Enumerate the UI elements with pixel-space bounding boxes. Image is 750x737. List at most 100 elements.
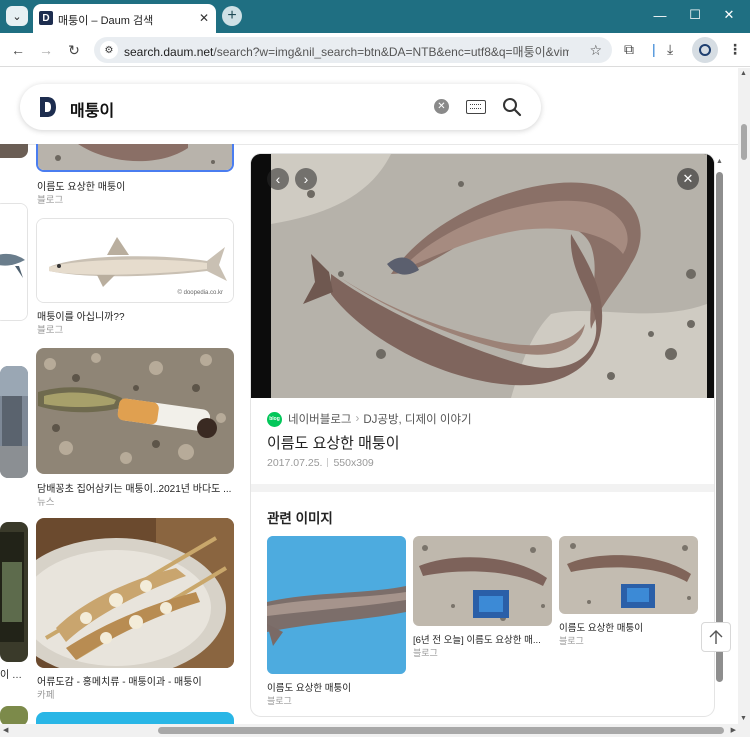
url-text[interactable]: search.daum.net/search?w=img&nil_search=… xyxy=(124,43,569,60)
source-name[interactable]: 네이버블로그 xyxy=(288,411,351,427)
related-caption[interactable]: [6년 전 오늘] 이름도 요상한 매... xyxy=(413,632,552,646)
clear-icon[interactable]: ✕ xyxy=(434,99,449,114)
clipped-result-title[interactable]: 이 해... xyxy=(0,666,28,681)
image-watermark: © doopedia.co.kr xyxy=(177,290,223,296)
prev-image-button[interactable]: ‹ xyxy=(267,168,289,190)
clipped-thumbnail[interactable] xyxy=(0,522,28,662)
result-source: 뉴스 xyxy=(37,497,55,508)
toolbar-divider: | xyxy=(652,41,656,57)
related-images-heading: 관련 이미지 xyxy=(267,511,333,526)
search-query-text[interactable]: 매퉁이 xyxy=(70,97,114,121)
vertical-scrollbar[interactable]: ▲ ▼ xyxy=(738,68,750,724)
result-thumbnail[interactable] xyxy=(36,348,234,474)
chevron-left-icon: ‹ xyxy=(275,171,281,187)
browser-toolbar: ← → ↻ ⚙ search.daum.net/search?w=img&nil… xyxy=(0,33,750,67)
related-thumbnail[interactable] xyxy=(559,536,698,614)
clipped-thumbnail[interactable] xyxy=(0,706,28,726)
related-caption[interactable]: 이름도 요상한 매퉁이 xyxy=(559,620,698,634)
tab-search-button[interactable]: ⌄ xyxy=(6,6,28,26)
image-detail-panel: ‹ › ✕ blog 네이버블로그 › DJ공방, 디제이 이야기 이름도 요상… xyxy=(251,154,714,716)
scroll-down-icon[interactable]: ▼ xyxy=(740,715,747,722)
url-path: /search?w=img&nil_search=btn&DA=NTB&enc=… xyxy=(213,45,569,59)
close-window-button[interactable]: ✕ xyxy=(714,5,744,25)
result-title[interactable]: 이름도 요상한 매퉁이 xyxy=(37,178,233,193)
minimize-button[interactable]: — xyxy=(645,5,675,25)
harbor-thumbnail-image xyxy=(0,366,28,478)
extensions-puzzle-icon[interactable]: ⧉ xyxy=(624,41,634,58)
result-title[interactable]: 매퉁이를 아십니까?? xyxy=(37,308,233,323)
related-thumbnail[interactable] xyxy=(413,536,552,626)
address-bar[interactable]: ⚙ search.daum.net/search?w=img&nil_searc… xyxy=(94,37,612,63)
vertical-scrollbar-thumb[interactable] xyxy=(741,124,747,160)
result-thumbnail[interactable] xyxy=(36,518,234,668)
keyboard-icon[interactable] xyxy=(466,100,486,114)
grilled-fish-image xyxy=(36,518,234,668)
horizontal-scrollbar-thumb[interactable] xyxy=(158,727,724,734)
related-thumbnail[interactable] xyxy=(267,536,406,674)
source-path[interactable]: DJ공방, 디제이 이야기 xyxy=(363,411,471,427)
related-caption[interactable]: 이름도 요상한 매퉁이 xyxy=(267,680,406,694)
result-source: 카페 xyxy=(37,690,55,701)
result-source: 블로그 xyxy=(37,325,64,336)
site-info-button[interactable]: ⚙ xyxy=(100,41,118,59)
fish-cigarette-image xyxy=(36,348,234,474)
related-source: 블로그 xyxy=(413,648,438,658)
scroll-right-icon[interactable]: ▶ xyxy=(731,726,736,734)
clipped-thumbnail[interactable] xyxy=(0,144,28,158)
daum-logo-icon[interactable] xyxy=(39,96,57,118)
tune-icon: ⚙ xyxy=(104,44,114,56)
close-icon: ✕ xyxy=(723,7,735,22)
chevron-right-icon: › xyxy=(303,171,309,187)
clipped-thumbnail[interactable] xyxy=(0,366,28,478)
close-detail-button[interactable]: ✕ xyxy=(677,168,699,190)
result-title[interactable]: 어류도감 - 홍메치류 - 매퉁이과 - 매퉁이 xyxy=(37,673,233,688)
horizontal-scrollbar[interactable]: ◀ ▶ xyxy=(0,724,750,737)
detail-date: 2017.07.25. xyxy=(267,457,323,469)
tab-close-icon[interactable]: ✕ xyxy=(199,11,209,25)
main-fish-image xyxy=(251,154,714,398)
back-arrow-icon: ← xyxy=(11,42,25,58)
forward-arrow-icon: → xyxy=(39,42,53,58)
new-tab-button[interactable]: + xyxy=(222,6,242,26)
next-image-button[interactable]: › xyxy=(295,168,317,190)
detail-image[interactable]: ‹ › ✕ xyxy=(251,154,714,398)
close-icon: ✕ xyxy=(682,171,694,186)
download-icon[interactable]: ⤓ xyxy=(667,41,673,58)
result-thumbnail[interactable]: © doopedia.co.kr xyxy=(36,218,234,303)
result-title[interactable]: 담배꽁초 집어삼키는 매퉁이..2021년 바다도 ... xyxy=(37,480,233,495)
active-tab[interactable]: D 매퉁이 – Daum 검색 ✕ xyxy=(33,4,216,33)
bookmark-star-icon[interactable]: ☆ xyxy=(589,42,602,59)
detail-source[interactable]: blog 네이버블로그 › DJ공방, 디제이 이야기 xyxy=(267,411,472,427)
meta-divider xyxy=(327,458,329,467)
maximize-button[interactable]: ☐ xyxy=(680,5,710,25)
panel-scroll-up-icon[interactable]: ▲ xyxy=(716,158,723,165)
kebab-menu-icon[interactable]: ⋮ xyxy=(728,41,742,58)
detail-title[interactable]: 이름도 요상한 매퉁이 xyxy=(267,432,400,453)
fish-thumbnail-image xyxy=(0,204,27,320)
related-source: 블로그 xyxy=(559,636,584,646)
clipped-thumbnail[interactable] xyxy=(0,203,28,321)
chevron-right-icon: › xyxy=(355,413,360,425)
search-box[interactable]: 매퉁이 ✕ xyxy=(20,84,541,130)
detail-size: 550x309 xyxy=(333,457,374,469)
search-icon[interactable] xyxy=(502,97,522,117)
profile-button[interactable] xyxy=(692,37,718,63)
scroll-left-icon[interactable]: ◀ xyxy=(3,726,8,734)
back-button[interactable]: ← xyxy=(8,40,28,60)
panel-scrollbar-thumb[interactable] xyxy=(716,172,723,682)
page-content: 매퉁이 ✕ 이 해... 이름도 요상한 매퉁이 블로그 © doopedia.… xyxy=(0,68,750,737)
tab-title: 매퉁이 – Daum 검색 xyxy=(58,15,154,27)
dark-thumbnail-image xyxy=(0,522,28,662)
reload-button[interactable]: ↻ xyxy=(64,40,84,60)
scroll-up-icon[interactable]: ▲ xyxy=(740,70,747,77)
scroll-top-button[interactable] xyxy=(701,622,731,652)
result-thumbnail-selected[interactable] xyxy=(36,144,234,172)
fish-in-water-image xyxy=(267,536,406,674)
related-source: 블로그 xyxy=(267,696,292,706)
chevron-down-icon: ⌄ xyxy=(12,10,22,23)
section-divider xyxy=(251,484,714,492)
forward-button[interactable]: → xyxy=(36,40,56,60)
fish-with-lighter-image xyxy=(413,536,552,626)
naver-blog-icon: blog xyxy=(267,411,282,427)
detail-meta: 2017.07.25. 550x309 xyxy=(267,457,374,469)
